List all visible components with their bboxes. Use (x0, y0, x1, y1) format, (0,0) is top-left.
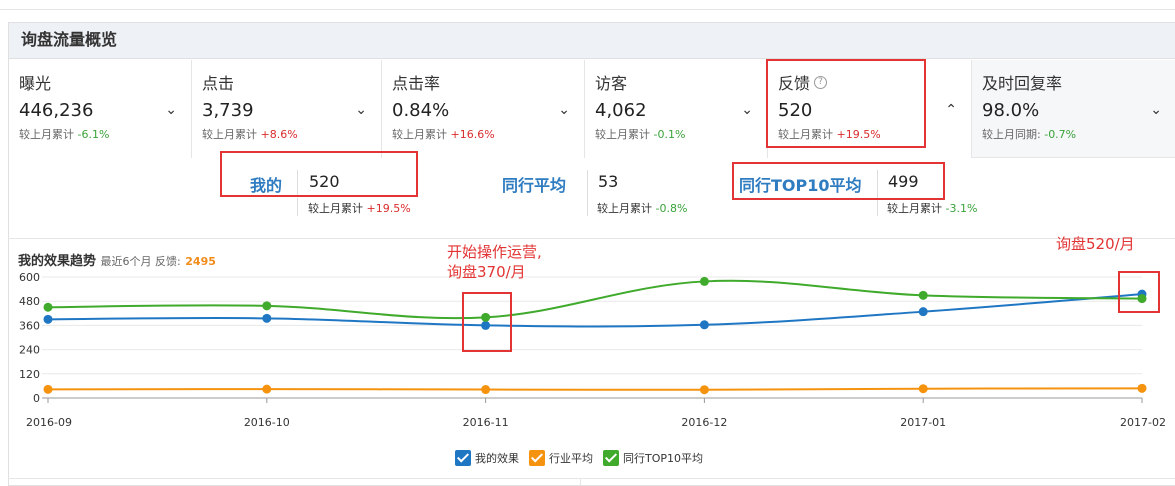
chevron-down-icon[interactable]: ⌄ (355, 102, 367, 118)
metric-name: 点击 (202, 74, 235, 93)
compare-label: 较上月累计 (308, 202, 363, 215)
legend-item-my-effect[interactable]: 我的效果 (455, 450, 519, 466)
legend-item-top10-avg[interactable]: 同行TOP10平均 (603, 450, 703, 466)
highlight-box-start-point (462, 292, 512, 352)
metric-compare-label: 较上月累计 (392, 128, 447, 141)
metric-name: 访客 (595, 74, 628, 93)
trend-title: 我的效果趋势 最近6个月 反馈: 2495 (18, 250, 216, 269)
annotation-line: 开始操作运营, (447, 243, 542, 261)
legend-label: 我的效果 (475, 452, 519, 465)
divider (587, 170, 588, 216)
metric-card-ctr[interactable]: 点击率 0.84% 较上月累计 +16.6% ⌄ (382, 60, 585, 158)
metric-card-visitors[interactable]: 访客 4,062 较上月累计 -0.1% ⌄ (585, 60, 768, 158)
bottom-divider (8, 478, 1175, 479)
chart-legend: 我的效果 行业平均 同行TOP10平均 (455, 450, 703, 466)
metric-compare-value: +8.6% (260, 128, 298, 141)
metric-card-reply-rate[interactable]: 及时回复率 98.0% 较上月同期: -0.7% ⌄ (972, 60, 1175, 158)
metric-compare-value: -0.7% (1044, 128, 1077, 141)
highlight-box-mine (220, 151, 418, 197)
metric-compare-label: 较上月累计 (595, 128, 650, 141)
metric-card-impressions[interactable]: 曝光 446,236 较上月累计 -6.1% ⌄ (9, 60, 192, 158)
divider (297, 198, 298, 216)
metric-compare-label: 较上月累计 (19, 128, 74, 141)
compare-value: -0.8% (655, 202, 688, 215)
trend-title-text: 我的效果趋势 (18, 254, 97, 269)
compare-label: 较上月累计 (887, 202, 942, 215)
compare-value: +19.5% (366, 202, 411, 215)
checkbox-checked-icon[interactable] (603, 450, 619, 466)
top-divider (0, 0, 1175, 10)
metric-compare-label: 较上月同期: (982, 128, 1041, 141)
metric-value: 98.0% (982, 100, 1040, 121)
trend-subtitle: 最近6个月 反馈: (100, 255, 181, 268)
highlight-box-end-point (1118, 271, 1160, 313)
compare-value: -3.1% (945, 202, 978, 215)
highlight-box-feedback (766, 59, 926, 148)
checkbox-checked-icon[interactable] (455, 450, 471, 466)
divider (8, 238, 1175, 239)
metric-compare-value: +16.6% (450, 128, 495, 141)
legend-label: 同行TOP10平均 (623, 452, 704, 465)
trend-total: 2495 (185, 255, 216, 268)
metric-name: 及时回复率 (982, 74, 1063, 93)
bottom-divider (580, 478, 581, 486)
metric-cards: 曝光 446,236 较上月累计 -6.1% ⌄ 点击 3,739 较上月累计 … (9, 60, 1175, 158)
metric-value: 0.84% (392, 100, 450, 121)
panel-title: 询盘流量概览 (9, 23, 1175, 59)
metric-compare-label: 较上月累计 (202, 128, 257, 141)
chevron-down-icon[interactable]: ⌄ (1150, 102, 1162, 118)
legend-item-industry-avg[interactable]: 行业平均 (529, 450, 593, 466)
compare-peer-sub: 较上月累计 -0.8% (597, 200, 687, 216)
chevron-down-icon[interactable]: ⌄ (741, 102, 753, 118)
metric-compare-value: -0.1% (653, 128, 686, 141)
chevron-up-icon[interactable]: ⌃ (945, 102, 957, 118)
metric-name: 曝光 (19, 74, 52, 93)
compare-top10-sub: 较上月累计 -3.1% (887, 200, 977, 216)
metric-value: 3,739 (202, 100, 254, 121)
metric-card-clicks[interactable]: 点击 3,739 较上月累计 +8.6% ⌄ (192, 60, 382, 158)
compare-label: 较上月累计 (597, 202, 652, 215)
checkbox-checked-icon[interactable] (529, 450, 545, 466)
chevron-down-icon[interactable]: ⌄ (558, 102, 570, 118)
annotation-line: 询盘370/月 (447, 263, 526, 281)
metric-name: 点击率 (392, 74, 441, 93)
metric-compare-value: -6.1% (77, 128, 110, 141)
compare-peer-label: 同行平均 (502, 176, 567, 195)
compare-peer-value: 53 (598, 172, 619, 191)
annotation-end: 询盘520/月 (1056, 235, 1135, 253)
compare-mine-sub: 较上月累计 +19.5% (308, 200, 411, 216)
legend-label: 行业平均 (549, 452, 593, 465)
chevron-down-icon[interactable]: ⌄ (165, 102, 177, 118)
annotation-start: 开始操作运营, 询盘370/月 (447, 242, 542, 282)
highlight-box-top10 (732, 162, 945, 200)
